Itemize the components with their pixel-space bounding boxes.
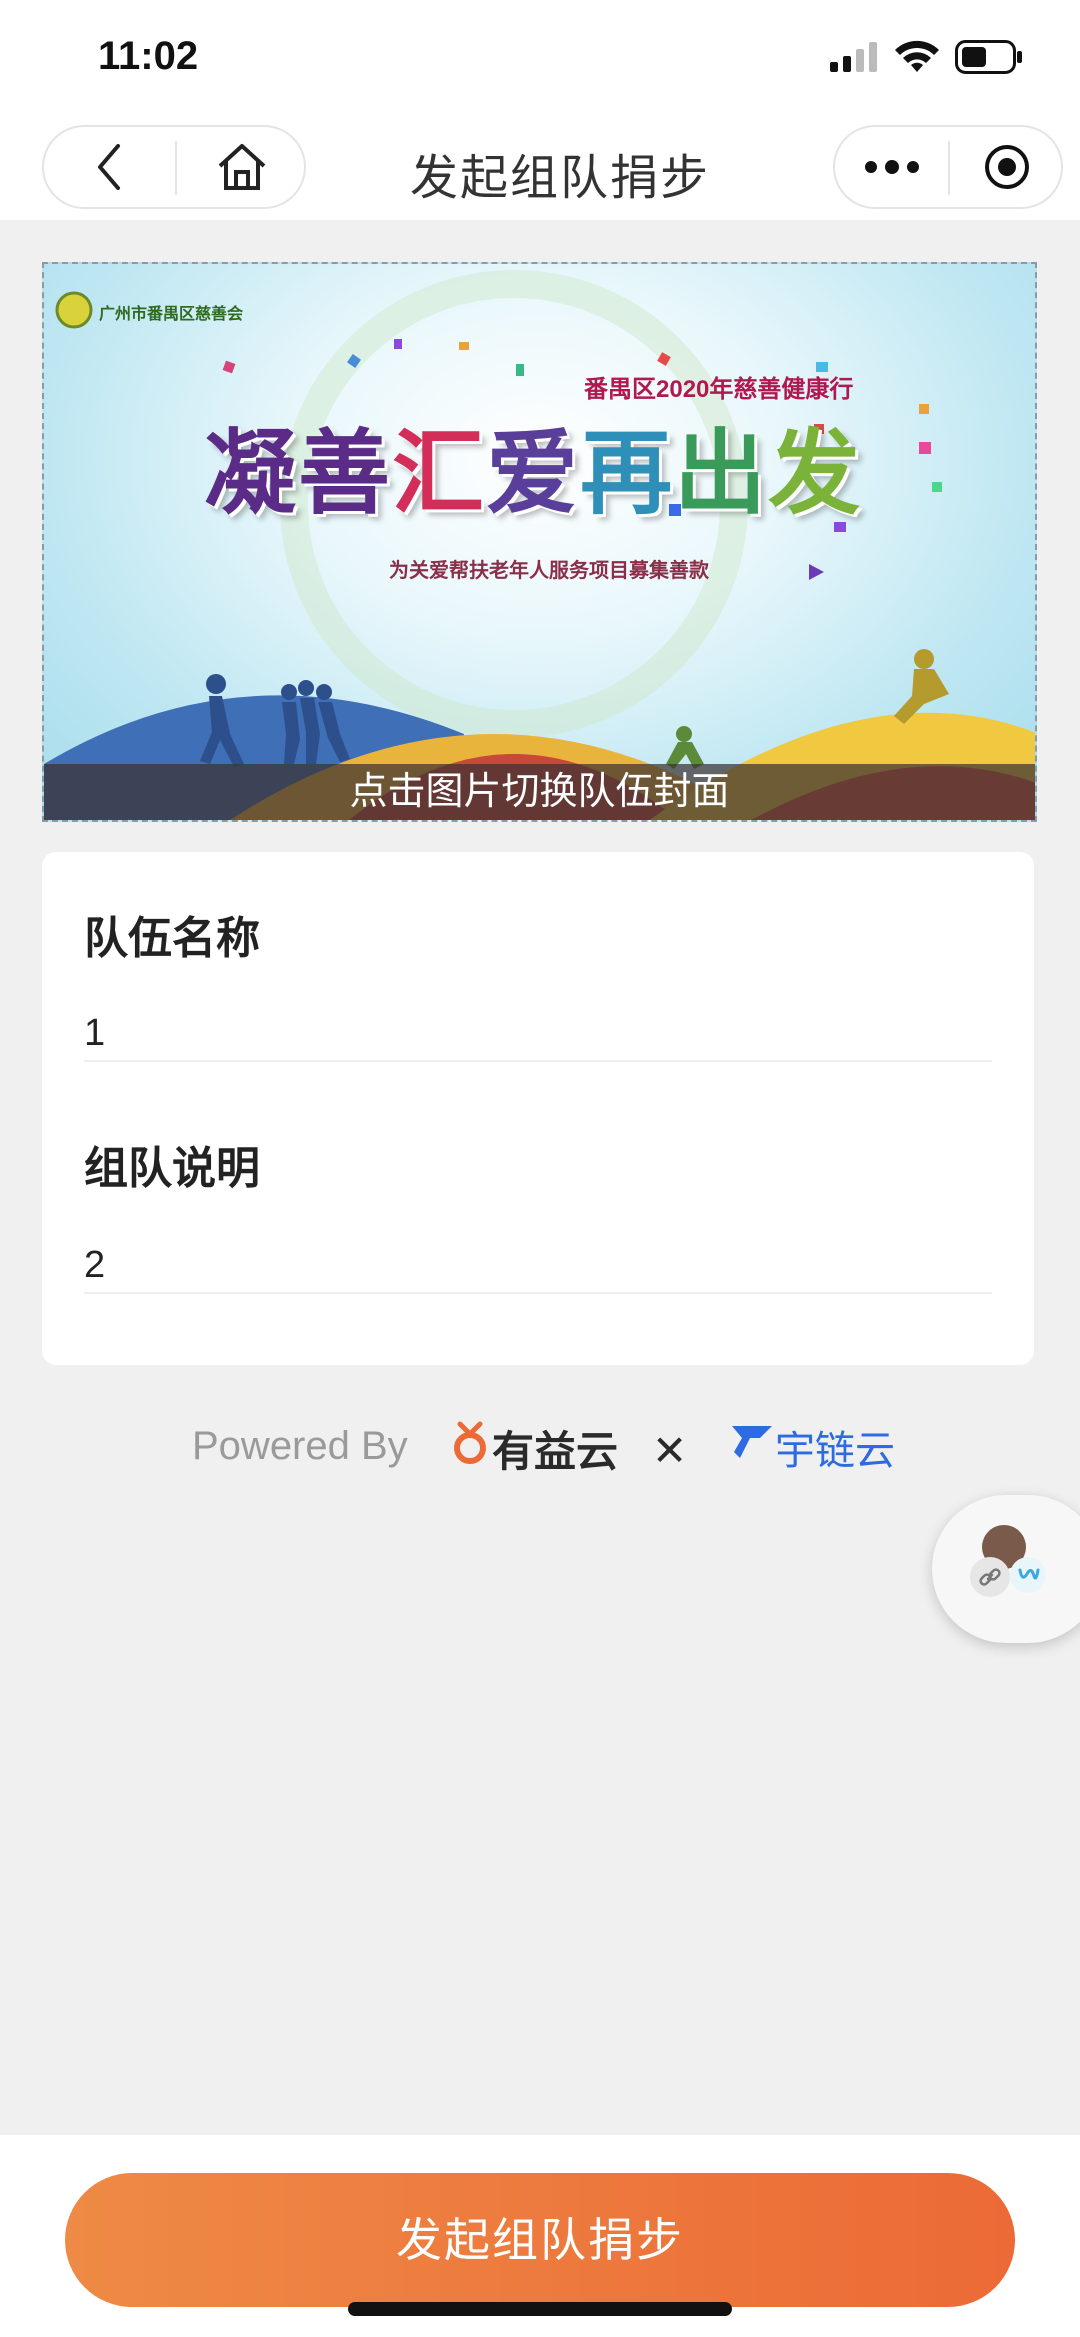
nav-bar: 发起组队捐步	[0, 120, 1080, 220]
brand-badge-icon	[1010, 1557, 1046, 1593]
team-cover-image[interactable]: 广州市番禺区慈善会 番禺区2020年慈善健康行 凝善汇爱再出发 为关爱帮扶老年人…	[42, 262, 1037, 822]
team-desc-input[interactable]: 2	[84, 1244, 105, 1287]
close-miniprogram-button[interactable]	[950, 127, 1063, 207]
start-team-walk-button[interactable]: 发起组队捐步	[65, 2173, 1015, 2307]
banner-title-char: 出	[674, 423, 769, 525]
wifi-icon	[895, 40, 939, 72]
team-desc-label: 组队说明	[84, 1144, 260, 1193]
team-name-input[interactable]: 1	[84, 1012, 105, 1055]
chevron-left-icon	[98, 144, 120, 190]
banner-title-char: 再	[580, 423, 675, 525]
banner-title-char: 善	[298, 423, 393, 525]
team-desc-underline	[84, 1292, 992, 1294]
banner-description: 为关爱帮扶老年人服务项目募集善款	[389, 560, 709, 582]
switch-cover-caption[interactable]: 点击图片切换队伍封面	[44, 764, 1035, 820]
youyiyun-logo-icon	[454, 1421, 486, 1464]
home-button[interactable]	[177, 127, 307, 207]
more-button[interactable]	[835, 127, 948, 207]
banner-org-name: 广州市番禺区慈善会	[99, 306, 244, 323]
yulianyun-brand: 宇链云	[775, 1429, 895, 1473]
team-name-label: 队伍名称	[84, 914, 260, 963]
home-icon	[218, 144, 266, 190]
back-button[interactable]	[44, 127, 174, 207]
more-dots-icon	[864, 160, 919, 174]
banner-artwork	[44, 270, 1035, 820]
team-name-underline	[84, 1060, 992, 1062]
nav-capsule-right	[833, 125, 1063, 209]
powered-by-text: Powered By	[192, 1424, 408, 1468]
powered-by-footer: Powered By 有益云 ✕ 宇链云	[0, 1410, 1080, 1480]
home-indicator[interactable]	[348, 2302, 732, 2316]
status-time: 11:02	[98, 34, 199, 78]
cellular-signal-icon	[830, 42, 877, 72]
nav-capsule-left	[42, 125, 306, 209]
team-form-card: 队伍名称 1 组队说明 2	[42, 852, 1034, 1365]
floating-share-widget[interactable]	[932, 1495, 1080, 1643]
banner-title-char: 发	[768, 423, 863, 525]
banner-title-char: 爱	[486, 423, 581, 525]
banner-title-char: 凝	[204, 423, 299, 525]
page-title: 发起组队捐步	[409, 152, 710, 205]
battery-icon	[955, 40, 1022, 74]
link-icon	[970, 1557, 1010, 1597]
target-circle-icon	[984, 145, 1029, 189]
cross-separator-icon: ✕	[652, 1427, 688, 1474]
youyiyun-brand: 有益云	[492, 1428, 619, 1475]
banner-title-char: 汇	[392, 423, 487, 525]
yulianyun-logo-icon	[732, 1426, 772, 1458]
status-bar: 11:02	[0, 0, 1080, 120]
banner-title: 凝善汇爱再出发	[204, 399, 862, 532]
